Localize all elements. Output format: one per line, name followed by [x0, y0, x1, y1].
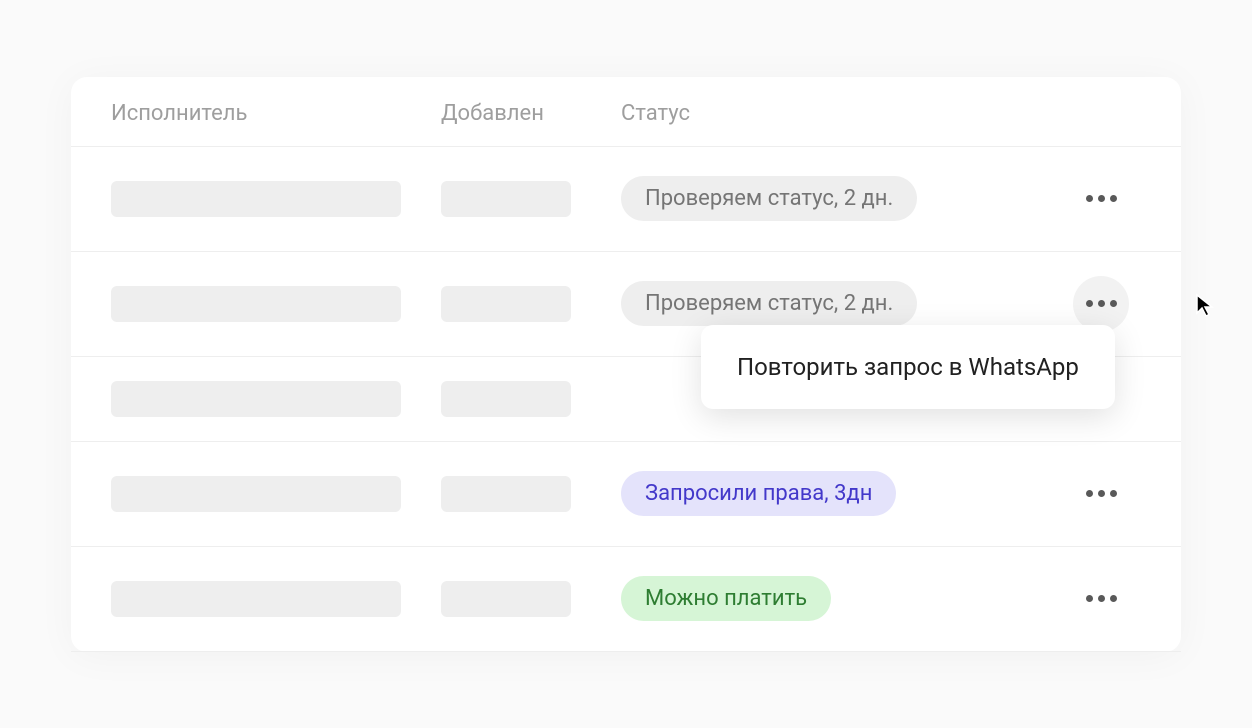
executor-cell	[111, 181, 441, 217]
header-status: Статус	[621, 101, 1061, 126]
header-executor: Исполнитель	[111, 101, 441, 126]
status-cell: Запросили права, 3дн	[621, 471, 1061, 516]
skeleton-placeholder	[111, 381, 401, 417]
skeleton-placeholder	[441, 476, 571, 512]
row-actions-button[interactable]	[1073, 276, 1129, 332]
executor-cell	[111, 286, 441, 322]
cursor-icon	[1195, 293, 1215, 319]
context-menu: Повторить запрос в WhatsApp	[701, 325, 1115, 409]
row-actions-button[interactable]	[1073, 466, 1129, 522]
actions-cell	[1061, 571, 1141, 627]
skeleton-placeholder	[441, 581, 571, 617]
status-cell: Проверяем статус, 2 дн.	[621, 176, 1061, 221]
skeleton-placeholder	[441, 286, 571, 322]
executor-table: Исполнитель Добавлен Статус Проверяем ст…	[71, 77, 1181, 652]
skeleton-placeholder	[111, 476, 401, 512]
added-cell	[441, 581, 621, 617]
actions-cell	[1061, 276, 1141, 332]
executor-cell	[111, 381, 441, 417]
added-cell	[441, 286, 621, 322]
status-cell: Проверяем статус, 2 дн.	[621, 281, 1061, 326]
dots-icon	[1086, 195, 1117, 202]
header-actions	[1061, 101, 1141, 126]
row-actions-button[interactable]	[1073, 571, 1129, 627]
row-actions-button[interactable]	[1073, 171, 1129, 227]
skeleton-placeholder	[441, 381, 571, 417]
header-added: Добавлен	[441, 101, 621, 126]
status-badge: Проверяем статус, 2 дн.	[621, 176, 917, 221]
repeat-whatsapp-request-item[interactable]: Повторить запрос в WhatsApp	[737, 353, 1079, 381]
dots-icon	[1086, 300, 1117, 307]
executor-cell	[111, 476, 441, 512]
status-badge: Запросили права, 3дн	[621, 471, 896, 516]
table-header: Исполнитель Добавлен Статус	[71, 77, 1181, 147]
added-cell	[441, 181, 621, 217]
actions-cell	[1061, 466, 1141, 522]
table-row: Проверяем статус, 2 дн.	[71, 147, 1181, 252]
actions-cell	[1061, 171, 1141, 227]
status-badge: Проверяем статус, 2 дн.	[621, 281, 917, 326]
status-badge: Можно платить	[621, 576, 831, 621]
dots-icon	[1086, 490, 1117, 497]
skeleton-placeholder	[441, 181, 571, 217]
status-cell: Можно платить	[621, 576, 1061, 621]
added-cell	[441, 381, 621, 417]
dots-icon	[1086, 595, 1117, 602]
skeleton-placeholder	[111, 581, 401, 617]
skeleton-placeholder	[111, 181, 401, 217]
added-cell	[441, 476, 621, 512]
table-row: Запросили права, 3дн	[71, 442, 1181, 547]
skeleton-placeholder	[111, 286, 401, 322]
table-row: Можно платить	[71, 547, 1181, 652]
executor-cell	[111, 581, 441, 617]
